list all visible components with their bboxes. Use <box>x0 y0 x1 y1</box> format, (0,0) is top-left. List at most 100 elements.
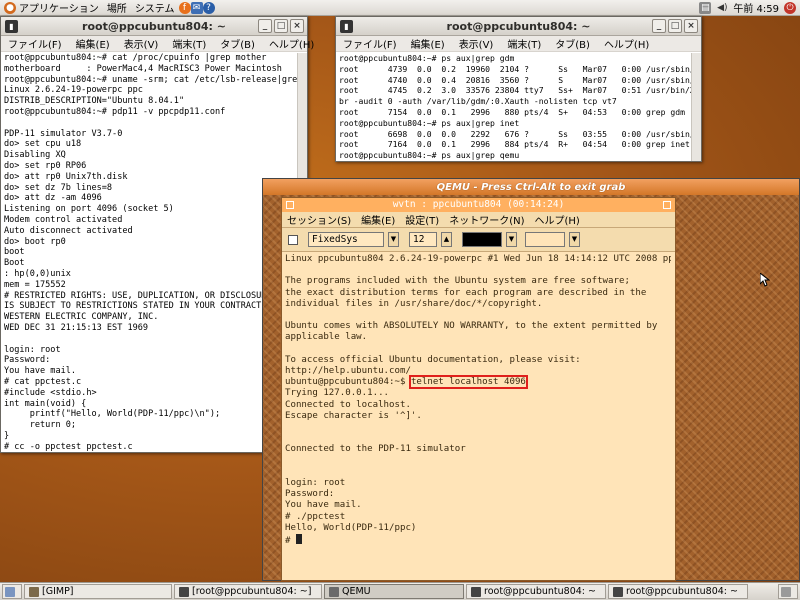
terminal-window-right[interactable]: ▮ root@ppcubuntu804: ~ _ □ × ファイル(F) 編集(E)… <box>335 16 702 162</box>
foreground-dropdown-arrow-icon[interactable]: ▼ <box>506 232 517 247</box>
system-menu[interactable]: システム <box>131 0 179 15</box>
qemu-titlebar[interactable]: QEMU - Press Ctrl-Alt to exit grab <box>263 179 799 195</box>
desktop-icon <box>5 586 15 597</box>
taskbar-item-terminal-minimized[interactable]: [root@ppcubuntu804: ~] <box>174 584 322 599</box>
terminal-line: root@ppcubuntu804:~# ps aux|grep gdm <box>339 53 515 63</box>
menu-session[interactable]: セッション(S) <box>282 212 356 227</box>
volume-icon[interactable]: ◀) <box>716 2 728 14</box>
terminal-line: # cat ppctest.c <box>4 376 82 387</box>
font-dropdown-arrow-icon[interactable]: ▼ <box>388 232 399 247</box>
terminal-cursor <box>295 534 302 545</box>
power-icon[interactable]: ⏻ <box>784 1 796 14</box>
menu-terminal[interactable]: 端末(T) <box>165 36 213 51</box>
font-size-spinner-icon[interactable]: ▲ <box>441 232 452 247</box>
terminal-line: root@ppcubuntu804:~# ps aux|grep inet <box>339 117 520 128</box>
terminal-icon: ▮ <box>340 20 353 33</box>
option-checkbox[interactable] <box>288 234 298 245</box>
menu-help[interactable]: ヘルプ(H) <box>597 36 656 51</box>
mail-icon[interactable]: ✉ <box>190 1 203 14</box>
menu-tabs[interactable]: タブ(B) <box>548 36 597 51</box>
wvtn-window[interactable]: wvtn : ppcubuntu804 (00:14:24) セッション(S) … <box>281 197 676 581</box>
window-menu-icon[interactable] <box>286 201 294 209</box>
terminal-line: } <box>4 430 10 441</box>
show-desktop-button[interactable] <box>2 584 22 599</box>
taskbar-item-terminal-1[interactable]: root@ppcubuntu804: ~ <box>466 584 606 599</box>
terminal-line: printf("Hello, World(PDP-11/ppc)\n"); <box>4 409 221 420</box>
menu-view[interactable]: 表示(V) <box>452 36 501 51</box>
menu-tabs[interactable]: タブ(B) <box>213 36 262 51</box>
menu-terminal[interactable]: 端末(T) <box>500 36 548 51</box>
taskbar-item-gimp[interactable]: [GIMP] <box>24 584 172 599</box>
applications-menu[interactable]: ● アプリケーション <box>0 0 103 15</box>
terminal-line: WESTERN ELECTRIC COMPANY, INC. <box>4 312 159 323</box>
menu-view[interactable]: 表示(V) <box>117 36 166 51</box>
terminal-line: # RESTRICTED RIGHTS: USE, DUPLICATION, O… <box>4 290 272 301</box>
firefox-icon[interactable]: f <box>178 1 191 14</box>
terminal-line: root 4739 0.0 0.2 19960 2104 ? Ss Mar07 … <box>339 63 691 74</box>
close-button[interactable]: × <box>290 19 304 33</box>
terminal-left-output[interactable]: root@ppcubuntu804:~# cat /proc/cpuinfo |… <box>1 52 297 451</box>
menu-edit[interactable]: 編集(E) <box>404 36 452 51</box>
places-menu[interactable]: 場所 <box>103 0 131 15</box>
terminal-right-titlebar[interactable]: ▮ root@ppcubuntu804: ~ _ □ × <box>336 17 701 36</box>
taskbar-item-terminal-2[interactable]: root@ppcubuntu804: ~ <box>608 584 748 599</box>
terminal-line: Linux ppcubuntu804 2.6.24-19-powerpc #1 … <box>285 254 671 264</box>
wvtn-titlebar[interactable]: wvtn : ppcubuntu804 (00:14:24) <box>282 198 675 212</box>
terminal-line: You have mail. <box>4 366 77 377</box>
close-button[interactable]: × <box>684 19 698 33</box>
terminal-line: Connected to the PDP-11 simulator <box>285 444 466 455</box>
network-icon[interactable]: ▤ <box>699 1 712 14</box>
terminal-line: Connected to localhost. <box>285 399 411 410</box>
terminal-line: # ./ppctest <box>285 511 346 522</box>
terminal-line: root@ppcubuntu804:~# ps aux|grep qemu <box>339 150 520 160</box>
menu-help[interactable]: ヘルプ(H) <box>262 36 321 51</box>
menu-settings[interactable]: 設定(T) <box>400 212 444 227</box>
terminal-line: http://help.ubuntu.com/ <box>285 366 411 377</box>
menu-network[interactable]: ネットワーク(N) <box>444 212 529 227</box>
background-dropdown-arrow-icon[interactable]: ▼ <box>569 232 580 247</box>
terminal-icon <box>179 586 189 597</box>
highlighted-telnet-command: telnet localhost 4096 <box>408 375 528 390</box>
terminal-left-menubar: ファイル(F) 編集(E) 表示(V) 端末(T) タブ(B) ヘルプ(H) <box>1 36 314 52</box>
close-icon[interactable] <box>663 201 671 209</box>
wvtn-terminal-output[interactable]: Linux ppcubuntu804 2.6.24-19-powerpc #1 … <box>285 253 671 578</box>
terminal-line: do> set cpu u18 <box>4 139 82 150</box>
terminal-icon <box>613 586 623 597</box>
menu-edit[interactable]: 編集(E) <box>69 36 117 51</box>
font-size-field[interactable]: 12 <box>409 232 437 247</box>
help-icon[interactable]: ? <box>202 1 215 14</box>
terminal-line: The programs included with the Ubuntu sy… <box>285 276 630 287</box>
terminal-right-scrollbar[interactable] <box>691 53 701 161</box>
terminal-right-output[interactable]: root@ppcubuntu804:~# ps aux|grep gdm root… <box>336 52 691 160</box>
font-select[interactable]: FixedSys <box>308 232 384 247</box>
minimize-button[interactable]: _ <box>258 19 272 33</box>
trash-button[interactable] <box>778 584 798 599</box>
wvtn-command-line: ubuntu@ppcubuntu804:~$ telnet localhost … <box>285 375 528 390</box>
minimize-button[interactable]: _ <box>652 19 666 33</box>
terminal-line: WED DEC 31 21:15:13 EST 1969 <box>4 322 149 333</box>
terminal-line: Escape character is '^]'. <box>285 410 422 421</box>
clock[interactable]: 午前 4:59 <box>733 0 779 15</box>
maximize-button[interactable]: □ <box>668 19 682 33</box>
menu-file[interactable]: ファイル(F) <box>1 36 69 51</box>
terminal-line: Listening on port 4096 (socket 5) <box>4 204 174 215</box>
menu-file[interactable]: ファイル(F) <box>336 36 404 51</box>
background-color-select[interactable] <box>525 232 565 247</box>
taskbar-item-qemu[interactable]: QEMU <box>324 584 464 599</box>
terminal-left-titlebar[interactable]: ▮ root@ppcubuntu804: ~ _ □ × <box>1 17 307 36</box>
terminal-line: the exact distribution terms for each pr… <box>285 287 647 298</box>
trash-icon <box>781 586 791 597</box>
maximize-button[interactable]: □ <box>274 19 288 33</box>
menu-help[interactable]: ヘルプ(H) <box>530 212 585 227</box>
menu-edit[interactable]: 編集(E) <box>356 212 400 227</box>
foreground-color-select[interactable] <box>462 232 502 247</box>
wvtn-toolbar: FixedSys ▼ 12 ▲ ▼ ▼ <box>282 228 675 252</box>
ubuntu-logo-icon: ● <box>4 1 16 14</box>
terminal-icon <box>471 586 481 597</box>
